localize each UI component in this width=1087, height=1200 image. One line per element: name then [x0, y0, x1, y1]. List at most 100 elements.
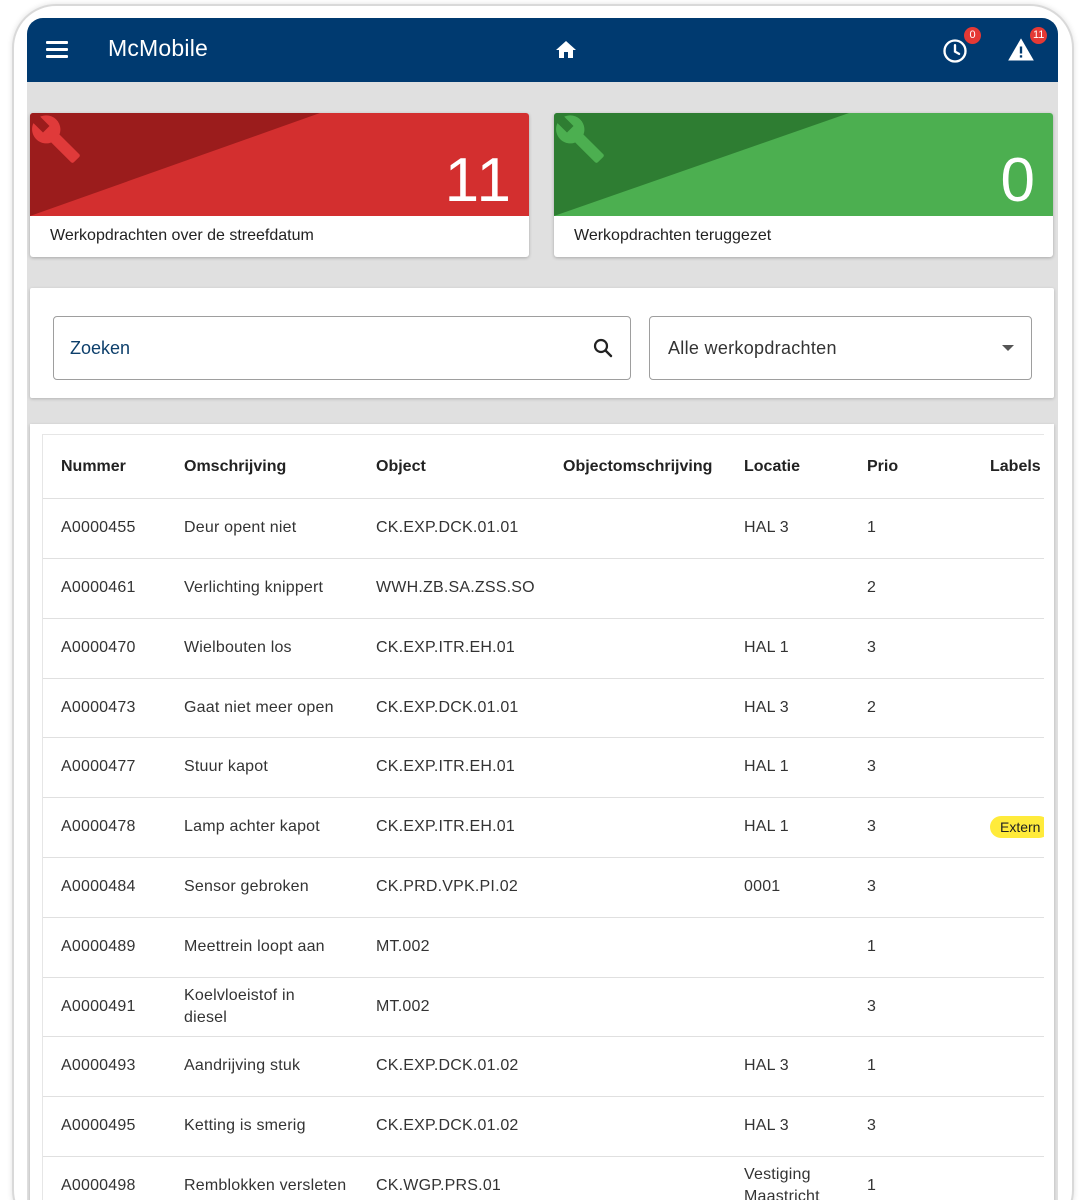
search-icon[interactable] — [591, 336, 615, 360]
table-row[interactable]: A0000470 Wielbouten los CK.EXP.ITR.EH.01 HA… — [43, 619, 1044, 679]
table-row[interactable]: A0000484 Sensor gebroken CK.PRD.VPK.PI.02 0… — [43, 858, 1044, 918]
cell-prio: 1 — [867, 1177, 877, 1194]
cell-object: CK.EXP.DCK.01.02 — [376, 1117, 519, 1134]
cell-object: MT.002 — [376, 938, 430, 955]
cell-locatie: HAL 1 — [744, 639, 789, 656]
reset-card-banner: 0 — [554, 113, 1053, 216]
overdue-card-banner: 11 — [30, 113, 529, 216]
table-row[interactable]: A0000477 Stuur kapot CK.EXP.ITR.EH.01 HAL 1… — [43, 738, 1044, 798]
app-bar: McMobile 0 11 — [27, 18, 1058, 82]
alert-badge: 11 — [1030, 27, 1048, 44]
cell-prio: 3 — [867, 818, 877, 835]
cell-object: CK.EXP.ITR.EH.01 — [376, 758, 515, 775]
cell-object: CK.EXP.ITR.EH.01 — [376, 818, 515, 835]
cell-object: CK.EXP.DCK.01.01 — [376, 699, 519, 716]
search-input[interactable] — [70, 317, 570, 379]
cell-object: CK.EXP.DCK.01.02 — [376, 1057, 519, 1074]
table-row[interactable]: A0000495 Ketting is smerig CK.EXP.DCK.01.0… — [43, 1097, 1044, 1157]
table-row[interactable]: A0000461 Verlichting knippert WWH.ZB.SA.ZS… — [43, 559, 1044, 619]
reset-count: 0 — [1000, 146, 1037, 215]
workorders-table-panel: Nummer Omschrijving Object Objectomschri… — [30, 424, 1054, 1200]
header-labels[interactable]: Labels — [990, 458, 1041, 476]
wrench-icon — [32, 115, 80, 163]
select-value: Alle werkopdrachten — [668, 338, 837, 358]
cell-nummer: A0000489 — [61, 938, 136, 955]
reset-label: Werkopdrachten teruggezet — [574, 227, 772, 244]
overdue-card[interactable]: 11 Werkopdrachten over de streefdatum — [30, 113, 529, 257]
cell-omschrijving: Remblokken versleten — [184, 1177, 347, 1194]
chevron-down-icon — [1002, 345, 1014, 351]
label-chip[interactable]: Extern — [990, 816, 1044, 838]
cell-nummer: A0000478 — [61, 818, 136, 835]
cell-prio: 3 — [867, 998, 877, 1015]
cell-omschrijving: Meettrein loopt aan — [184, 938, 325, 955]
home-icon[interactable] — [554, 38, 578, 62]
cell-nummer: A0000477 — [61, 758, 136, 775]
cell-prio: 2 — [867, 699, 877, 716]
app-title: McMobile — [108, 35, 209, 61]
cell-nummer: A0000498 — [61, 1177, 136, 1194]
clock-badge: 0 — [964, 27, 981, 44]
cell-locatie: 0001 — [744, 878, 781, 895]
table-row[interactable]: A0000498 Remblokken versleten CK.WGP.PRS.0… — [43, 1157, 1044, 1200]
cell-prio: 3 — [867, 1117, 877, 1134]
cell-nummer: A0000484 — [61, 878, 136, 895]
cell-locatie: HAL 3 — [744, 1117, 789, 1134]
cell-nummer: A0000493 — [61, 1057, 136, 1074]
table-row[interactable]: A0000489 Meettrein loopt aan MT.002 1 — [43, 918, 1044, 978]
reset-card[interactable]: 0 Werkopdrachten teruggezet — [554, 113, 1053, 257]
table-row[interactable]: A0000478 Lamp achter kapot CK.EXP.ITR.EH.0… — [43, 798, 1044, 858]
cell-omschrijving: Verlichting knippert — [184, 579, 324, 596]
cell-nummer: A0000473 — [61, 699, 136, 716]
app-screen: McMobile 0 11 11 Werkopdrachten over de … — [27, 18, 1058, 1200]
cell-prio: 1 — [867, 519, 877, 536]
overdue-label: Werkopdrachten over de streefdatum — [50, 227, 314, 244]
cell-omschrijving: Sensor gebroken — [184, 878, 309, 895]
cell-omschrijving: Koelvloeistof in diesel — [184, 987, 295, 1026]
cell-object: WWH.ZB.SA.ZSS.SO — [376, 579, 535, 596]
cell-object: CK.PRD.VPK.PI.02 — [376, 878, 518, 895]
table-row[interactable]: A0000491 Koelvloeistof in diesel MT.002 3 — [43, 978, 1044, 1037]
header-objectomschrijving[interactable]: Objectomschrijving — [563, 458, 712, 476]
cell-locatie: HAL 3 — [744, 519, 789, 536]
cell-omschrijving: Gaat niet meer open — [184, 699, 334, 716]
cell-locatie: Vestiging Maastricht — [744, 1166, 820, 1200]
workorder-filter-select[interactable]: Alle werkopdrachten — [649, 316, 1032, 380]
cell-prio: 3 — [867, 639, 877, 656]
table-row[interactable]: A0000473 Gaat niet meer open CK.EXP.DCK.01… — [43, 679, 1044, 738]
cell-nummer: A0000461 — [61, 579, 136, 596]
cell-object: CK.EXP.DCK.01.01 — [376, 519, 519, 536]
header-nummer[interactable]: Nummer — [61, 458, 126, 476]
cell-locatie: HAL 3 — [744, 699, 789, 716]
header-locatie[interactable]: Locatie — [744, 458, 800, 476]
header-prio[interactable]: Prio — [867, 458, 898, 476]
cell-prio: 1 — [867, 1057, 877, 1074]
cell-locatie: HAL 3 — [744, 1057, 789, 1074]
cell-prio: 3 — [867, 878, 877, 895]
cell-omschrijving: Stuur kapot — [184, 758, 269, 775]
cell-object: CK.EXP.ITR.EH.01 — [376, 639, 515, 656]
filter-panel: Alle werkopdrachten — [30, 288, 1054, 398]
cell-object: CK.WGP.PRS.01 — [376, 1177, 502, 1194]
menu-icon[interactable] — [46, 41, 68, 59]
search-field[interactable] — [53, 316, 631, 380]
table-row[interactable]: A0000455 Deur opent niet CK.EXP.DCK.01.01 H… — [43, 499, 1044, 559]
cell-omschrijving: Deur opent niet — [184, 519, 297, 536]
cell-object: MT.002 — [376, 998, 430, 1015]
cell-nummer: A0000455 — [61, 519, 136, 536]
cell-omschrijving: Wielbouten los — [184, 639, 292, 656]
overdue-count: 11 — [444, 146, 513, 215]
cell-locatie: HAL 1 — [744, 818, 789, 835]
clock-icon[interactable] — [941, 37, 969, 65]
cell-prio: 3 — [867, 758, 877, 775]
table-row[interactable]: A0000493 Aandrijving stuk CK.EXP.DCK.01.02… — [43, 1037, 1044, 1097]
workorders-table: Nummer Omschrijving Object Objectomschri… — [42, 434, 1044, 1200]
header-omschrijving[interactable]: Omschrijving — [184, 458, 286, 476]
cell-nummer: A0000491 — [61, 998, 136, 1015]
cell-omschrijving: Lamp achter kapot — [184, 818, 320, 835]
wrench-icon — [556, 115, 604, 163]
header-object[interactable]: Object — [376, 458, 426, 476]
cell-prio: 2 — [867, 579, 877, 596]
cell-nummer: A0000495 — [61, 1117, 136, 1134]
cell-locatie: HAL 1 — [744, 758, 789, 775]
